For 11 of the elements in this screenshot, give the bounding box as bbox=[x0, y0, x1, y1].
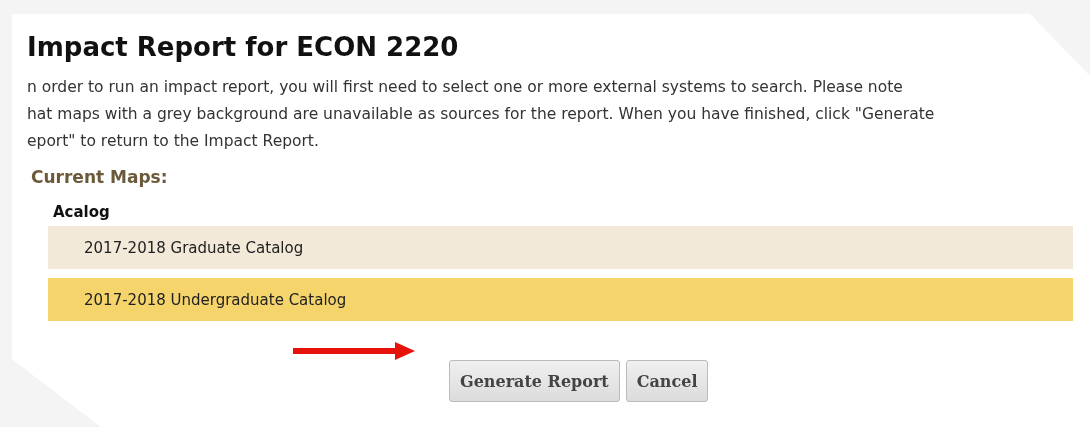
generate-report-button[interactable]: Generate Report bbox=[449, 360, 620, 402]
group-label: Acalog bbox=[53, 203, 111, 221]
map-row[interactable]: 2017-2018 Undergraduate Catalog bbox=[48, 278, 1073, 321]
arrow-icon bbox=[293, 342, 415, 360]
intro-text: eport" to return to the Impact Report. bbox=[27, 131, 320, 152]
cancel-button[interactable]: Cancel bbox=[625, 360, 709, 402]
section-heading: Current Maps: bbox=[31, 167, 169, 187]
intro-text: hat maps with a grey background are unavailable as sources for the report. When you have finished, click "Generate bbox=[27, 104, 936, 125]
intro-text: n order to run an impact report, you will first need to select one or more external systems to search. Please note bbox=[27, 77, 904, 98]
map-row[interactable]: 2017-2018 Graduate Catalog bbox=[48, 226, 1073, 269]
page-title: Impact Report for ECON 2220 bbox=[27, 32, 460, 62]
